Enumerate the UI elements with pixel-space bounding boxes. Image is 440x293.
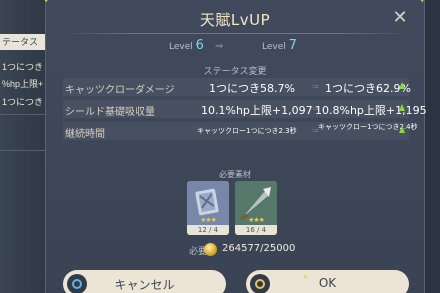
stat-row: 継続時間 キャッツクロー1つにつき2.3秒 ⇒ キャッツクロー1つにつき2.4秒 [63,122,418,140]
arrow-right-icon: ⇒ [215,41,224,52]
increase-arrow-icon [399,82,405,89]
stat-next: キャッツクロー1つにつき2.4秒 [318,123,418,131]
level-label: Level [262,42,286,52]
stat-current: 10.1%hp上限+1,097 [201,104,313,117]
next-level: Level 7 [262,38,297,53]
close-icon[interactable]: ✕ [392,9,408,27]
stat-row: シールド基礎吸収量 10.1%hp上限+1,097 ⇒ 10.8%hp上限+1,… [63,100,427,118]
cost-value: 264577/25000 [222,243,296,254]
rarity-stars: ★★★ [248,216,265,224]
increase-arrow-icon [399,104,405,111]
cancel-button-label: キャンセル [114,278,175,292]
current-level: Level 6 [169,38,204,53]
stat-name: キャッツクローダメージ [65,85,175,96]
stat-row: キャッツクローダメージ 1つにつき58.7% ⇒ 1つにつき62.9% [63,78,411,96]
stat-next: 10.8%hp上限+1,195 [315,104,427,117]
stats-section-label: ステータス変更 [203,67,267,77]
stat-current: キャッツクロー1つにつき2.3秒 [197,127,297,135]
material-slot-arrowhead[interactable]: ★★★ 16 / 4 [235,181,277,235]
title-divider [63,33,409,34]
increase-arrow-icon [399,126,405,133]
material-count: 16 / 4 [235,225,277,235]
mora-coin-icon [204,243,217,256]
level-indicator: Level 6 ⇒ Level 7 [46,38,424,54]
material-slot-book[interactable]: ★★★ 12 / 4 [187,181,229,235]
ok-button[interactable]: ✦ OK [246,270,409,293]
corner-star-icon: ✦ [42,0,51,6]
cancel-button[interactable]: キャンセル [63,270,226,293]
corner-star-icon: ✦ [418,0,427,6]
level-label: Level [169,42,193,52]
talent-levelup-dialog: ✦ ✦ 天賦LvUP ✕ Level 6 ⇒ Level 7 ステータス変更 キ… [42,0,427,293]
arrow-right-icon: ⇒ [312,82,319,91]
cost-row: 必要 264577/25000 [46,243,424,257]
ok-button-label: OK [318,276,337,290]
level-next-value: 7 [288,38,297,53]
stat-current: 1つにつき58.7% [209,82,295,95]
rarity-stars: ★★★ [200,216,217,224]
level-current-value: 6 [195,38,204,53]
stat-name: シールド基礎吸収量 [65,107,155,118]
material-count: 12 / 4 [187,225,229,235]
materials-label: 必要素材 [219,170,251,179]
stat-name: 継続時間 [65,129,105,140]
dialog-title: 天賦LvUP [199,11,271,29]
